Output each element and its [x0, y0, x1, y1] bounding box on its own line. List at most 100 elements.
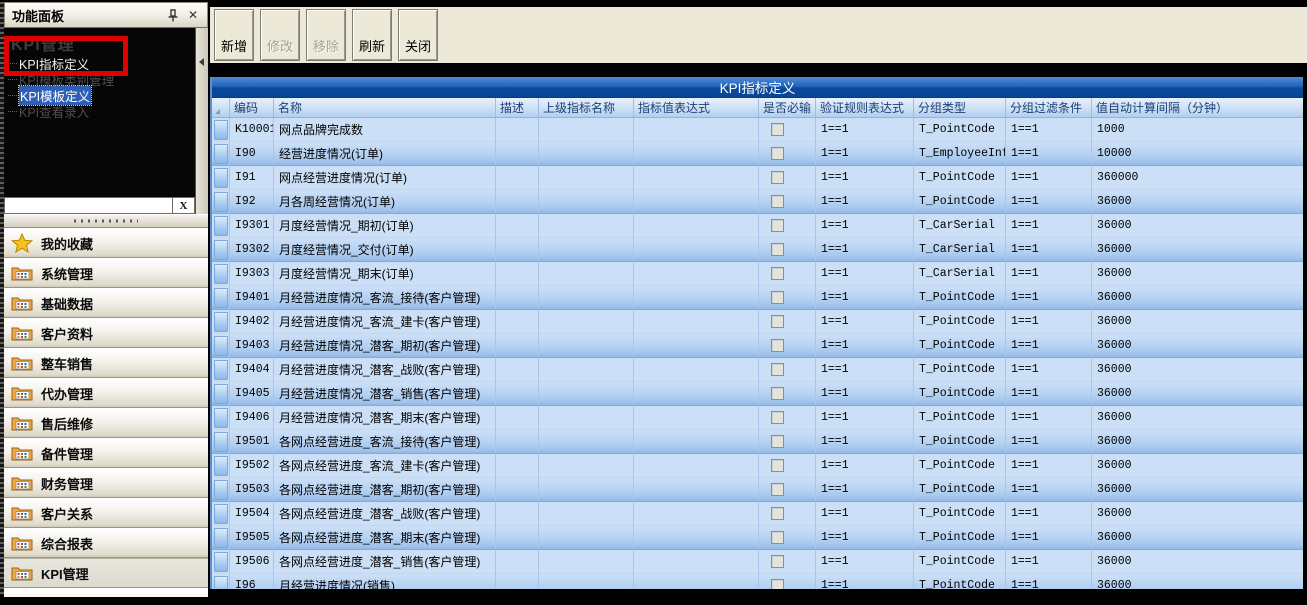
nav-group-综合报表[interactable]: 综合报表 [4, 528, 208, 558]
nav-group-partial[interactable] [4, 588, 208, 597]
column-header[interactable]: 描述 [496, 98, 539, 117]
required-checkbox[interactable] [771, 315, 784, 328]
pin-icon[interactable] [165, 7, 181, 23]
row-selector[interactable] [212, 526, 230, 550]
row-selector[interactable] [212, 574, 230, 589]
nav-group-财务管理[interactable]: 财务管理 [4, 468, 208, 498]
filter-clear-button[interactable]: X [173, 197, 195, 214]
column-header[interactable]: 分组类型 [914, 98, 1006, 117]
table-row[interactable]: I9505各网点经营进度_潜客_期末(客户管理)1==1T_PointCode1… [212, 526, 1303, 550]
required-checkbox[interactable] [771, 459, 784, 472]
column-header[interactable]: 名称 [274, 98, 496, 117]
expr-cell [634, 286, 759, 310]
group_filter-cell: 1==1 [1006, 406, 1092, 430]
required-checkbox[interactable] [771, 363, 784, 376]
table-row[interactable]: I90经营进度情况(订单)1==1T_EmployeeInfo1==110000 [212, 142, 1303, 166]
row-selector[interactable] [212, 358, 230, 382]
row-selector[interactable] [212, 238, 230, 262]
required-checkbox[interactable] [771, 411, 784, 424]
row-selector[interactable] [212, 118, 230, 142]
parent-cell [539, 358, 634, 382]
table-row[interactable]: I9406月经营进度情况_潜客_期末(客户管理)1==1T_PointCode1… [212, 406, 1303, 430]
row-selector[interactable] [212, 310, 230, 334]
toolbar-button-关闭[interactable]: 关闭 [398, 9, 438, 61]
tree-item[interactable]: KPI查看录入 [4, 103, 195, 119]
row-selector[interactable] [212, 142, 230, 166]
toolbar-button-刷新[interactable]: 刷新 [352, 9, 392, 61]
row-selector[interactable] [212, 262, 230, 286]
nav-group-客户关系[interactable]: 客户关系 [4, 498, 208, 528]
nav-group-整车销售[interactable]: 整车销售 [4, 348, 208, 378]
table-row[interactable]: I9405月经营进度情况_潜客_销售(客户管理)1==1T_PointCode1… [212, 382, 1303, 406]
table-row[interactable]: I9502各网点经营进度_客流_建卡(客户管理)1==1T_PointCode1… [212, 454, 1303, 478]
required-checkbox[interactable] [771, 579, 784, 589]
table-row[interactable]: I9506各网点经营进度_潜客_销售(客户管理)1==1T_PointCode1… [212, 550, 1303, 574]
table-row[interactable]: I9403月经营进度情况_潜客_期初(客户管理)1==1T_PointCode1… [212, 334, 1303, 358]
required-checkbox[interactable] [771, 195, 784, 208]
required-checkbox[interactable] [771, 387, 784, 400]
table-row[interactable]: I9303月度经营情况_期末(订单)1==1T_CarSerial1==1360… [212, 262, 1303, 286]
nav-group-客户资料[interactable]: 客户资料 [4, 318, 208, 348]
required-checkbox[interactable] [771, 291, 784, 304]
row-selector[interactable] [212, 502, 230, 526]
required-checkbox[interactable] [771, 483, 784, 496]
close-icon[interactable]: ✕ [185, 7, 201, 23]
required-checkbox[interactable] [771, 243, 784, 256]
panel-splitter[interactable] [4, 214, 208, 228]
table-row[interactable]: I9501各网点经营进度_客流_接待(客户管理)1==1T_PointCode1… [212, 430, 1303, 454]
column-header[interactable]: 验证规则表达式 [816, 98, 914, 117]
row-selector[interactable] [212, 334, 230, 358]
required-checkbox[interactable] [771, 267, 784, 280]
nav-group-系统管理[interactable]: 系统管理 [4, 258, 208, 288]
table-row[interactable]: I91网点经营进度情况(订单)1==1T_PointCode1==1360000 [212, 166, 1303, 190]
select-all-corner[interactable] [212, 98, 230, 117]
tree-filter-input[interactable] [4, 197, 173, 214]
column-header[interactable]: 指标值表达式 [634, 98, 759, 117]
nav-group-我的收藏[interactable]: 我的收藏 [4, 228, 208, 258]
row-selector[interactable] [212, 286, 230, 310]
column-header[interactable]: 值自动计算间隔（分钟） [1092, 98, 1303, 117]
nav-group-备件管理[interactable]: 备件管理 [4, 438, 208, 468]
row-selector[interactable] [212, 190, 230, 214]
row-selector[interactable] [212, 382, 230, 406]
required-checkbox[interactable] [771, 171, 784, 184]
nav-group-基础数据[interactable]: 基础数据 [4, 288, 208, 318]
required-checkbox[interactable] [771, 555, 784, 568]
required-checkbox[interactable] [771, 339, 784, 352]
required-checkbox[interactable] [771, 531, 784, 544]
row-selector[interactable] [212, 478, 230, 502]
required-checkbox[interactable] [771, 123, 784, 136]
row-selector[interactable] [212, 166, 230, 190]
row-selector[interactable] [212, 430, 230, 454]
table-row[interactable]: I9301月度经营情况_期初(订单)1==1T_CarSerial1==1360… [212, 214, 1303, 238]
row-selector[interactable] [212, 214, 230, 238]
nav-group-代办管理[interactable]: 代办管理 [4, 378, 208, 408]
table-row[interactable]: I92月各周经营情况(订单)1==1T_PointCode1==136000 [212, 190, 1303, 214]
row-selector[interactable] [212, 550, 230, 574]
table-row[interactable]: I9503各网点经营进度_潜客_期初(客户管理)1==1T_PointCode1… [212, 478, 1303, 502]
required-checkbox[interactable] [771, 435, 784, 448]
table-row[interactable]: I9402月经营进度情况_客流_建卡(客户管理)1==1T_PointCode1… [212, 310, 1303, 334]
required-checkbox[interactable] [771, 219, 784, 232]
table-row[interactable]: I9504各网点经营进度_潜客_战败(客户管理)1==1T_PointCode1… [212, 502, 1303, 526]
column-header[interactable]: 分组过滤条件 [1006, 98, 1092, 117]
row-selector[interactable] [212, 406, 230, 430]
table-row[interactable]: K10001网点品牌完成数1==1T_PointCode1==11000 [212, 118, 1303, 142]
table-row[interactable]: I96月经营进度情况(销售)1==1T_PointCode1==136000 [212, 574, 1303, 589]
column-header[interactable]: 编码 [230, 98, 274, 117]
table-row[interactable]: I9302月度经营情况_交付(订单)1==1T_CarSerial1==1360… [212, 238, 1303, 262]
nav-group-KPI管理[interactable]: KPI管理 [4, 558, 208, 588]
modules-folder-icon [11, 444, 33, 462]
interval-cell: 36000 [1092, 502, 1303, 526]
toolbar-button-新增[interactable]: 新增 [214, 9, 254, 61]
name-cell: 月各周经营情况(订单) [274, 190, 496, 214]
row-selector[interactable] [212, 454, 230, 478]
required-checkbox[interactable] [771, 507, 784, 520]
nav-group-售后维修[interactable]: 售后维修 [4, 408, 208, 438]
table-row[interactable]: I9401月经营进度情况_客流_接待(客户管理)1==1T_PointCode1… [212, 286, 1303, 310]
table-row[interactable]: I9404月经营进度情况_潜客_战败(客户管理)1==1T_PointCode1… [212, 358, 1303, 382]
column-header[interactable]: 是否必输 [759, 98, 816, 117]
column-header[interactable]: 上级指标名称 [539, 98, 634, 117]
tree-scrollbar[interactable] [195, 28, 208, 197]
required-checkbox[interactable] [771, 147, 784, 160]
